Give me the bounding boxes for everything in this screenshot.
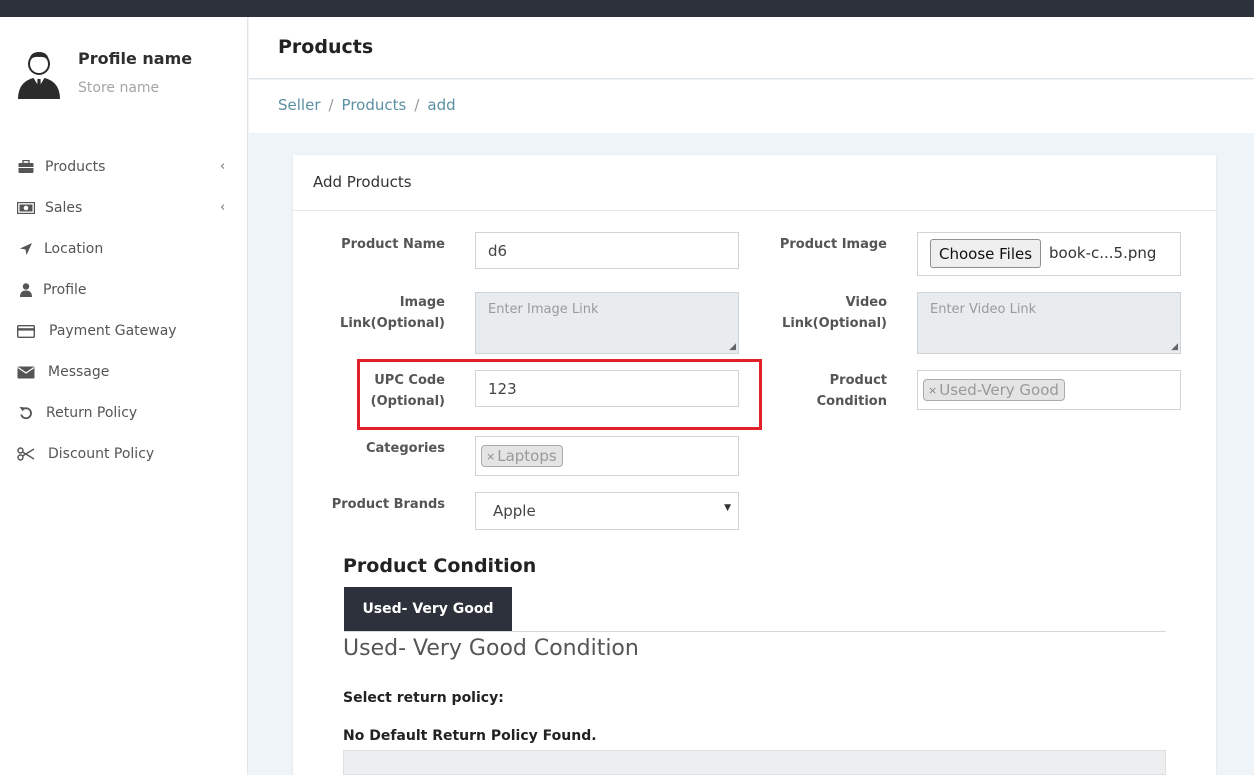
no-return-policy-message: No Default Return Policy Found. bbox=[343, 728, 597, 744]
selected-file-name: book-c...5.png bbox=[1049, 244, 1157, 262]
sidebar-item-return-policy[interactable]: Return Policy bbox=[0, 398, 248, 428]
page-title: Products bbox=[278, 36, 374, 58]
sidebar-item-payment-gateway[interactable]: Payment Gateway bbox=[0, 316, 248, 346]
choose-files-button[interactable]: Choose Files bbox=[930, 239, 1042, 268]
resize-grip-icon[interactable]: ◢ bbox=[729, 342, 736, 352]
breadcrumb-current: add bbox=[427, 96, 456, 114]
condition-tag: × Used-Very Good bbox=[923, 379, 1065, 401]
product-name-input[interactable]: d6 bbox=[475, 232, 739, 269]
product-condition-label: Product Condition bbox=[742, 370, 887, 412]
breadcrumb-bar: Seller / Products / add bbox=[249, 80, 1254, 133]
avatar-icon bbox=[18, 52, 60, 99]
location-arrow-icon bbox=[17, 241, 35, 257]
sidebar-item-label: Location bbox=[44, 241, 104, 257]
credit-card-icon bbox=[17, 323, 35, 339]
upc-highlight-box bbox=[357, 359, 762, 430]
video-link-label: Video Link(Optional) bbox=[742, 292, 887, 334]
breadcrumb-separator: / bbox=[328, 96, 334, 114]
category-tag-label: Laptops bbox=[497, 447, 557, 465]
tab-used-very-good[interactable]: Used- Very Good bbox=[344, 587, 512, 631]
sidebar-item-discount-policy[interactable]: Discount Policy bbox=[0, 439, 248, 469]
categories-multiselect[interactable]: × Laptops bbox=[475, 436, 739, 476]
video-link-textarea[interactable]: Enter Video Link ◢ bbox=[917, 292, 1181, 354]
chevron-left-icon: ‹ bbox=[220, 200, 226, 215]
store-name: Store name bbox=[78, 80, 160, 96]
product-condition-label-line1: Product bbox=[829, 373, 887, 388]
top-bar bbox=[0, 0, 1254, 17]
scissors-icon bbox=[17, 446, 35, 462]
product-condition-multiselect[interactable]: × Used-Very Good bbox=[917, 370, 1181, 410]
select-return-policy-label: Select return policy: bbox=[343, 690, 504, 706]
image-link-placeholder: Enter Image Link bbox=[488, 302, 599, 317]
product-brands-select[interactable]: Apple ▼ bbox=[475, 492, 739, 530]
image-link-label-line2: Link(Optional) bbox=[340, 316, 445, 331]
condition-description: Used- Very Good Condition bbox=[343, 636, 639, 661]
card-header: Add Products bbox=[293, 155, 1216, 211]
product-image-label: Product Image bbox=[779, 237, 887, 252]
sidebar-item-location[interactable]: Location bbox=[0, 234, 248, 264]
sidebar-item-message[interactable]: Message bbox=[0, 357, 248, 387]
breadcrumb: Seller / Products / add bbox=[278, 96, 456, 114]
sidebar-item-label: Sales bbox=[45, 200, 83, 216]
product-image-file-input[interactable]: Choose Files book-c...5.png bbox=[917, 232, 1181, 276]
categories-label: Categories bbox=[365, 441, 445, 456]
image-link-label: Image Link(Optional) bbox=[300, 292, 445, 334]
sidebar-item-products[interactable]: Products ‹ bbox=[0, 152, 248, 182]
video-link-placeholder: Enter Video Link bbox=[930, 302, 1037, 317]
sidebar-item-label: Profile bbox=[43, 282, 87, 298]
resize-grip-icon[interactable]: ◢ bbox=[1171, 342, 1178, 352]
breadcrumb-link-seller[interactable]: Seller bbox=[278, 96, 320, 114]
money-icon bbox=[17, 200, 35, 216]
user-icon bbox=[17, 282, 35, 298]
image-link-textarea[interactable]: Enter Image Link ◢ bbox=[475, 292, 739, 354]
remove-tag-icon[interactable]: × bbox=[486, 450, 495, 463]
page-header: Products bbox=[249, 17, 1254, 79]
category-tag: × Laptops bbox=[481, 445, 563, 467]
product-brands-value: Apple bbox=[493, 502, 536, 520]
sidebar: Profile name Store name Products ‹ Sales… bbox=[0, 17, 248, 775]
sidebar-item-label: Return Policy bbox=[46, 405, 138, 421]
image-link-label-line1: Image bbox=[399, 295, 445, 310]
undo-icon bbox=[17, 405, 35, 421]
card-title: Add Products bbox=[313, 173, 412, 191]
condition-tag-label: Used-Very Good bbox=[939, 381, 1059, 399]
sidebar-item-label: Payment Gateway bbox=[49, 323, 177, 339]
sidebar-item-sales[interactable]: Sales ‹ bbox=[0, 193, 248, 223]
tab-divider bbox=[344, 631, 1166, 632]
product-name-value: d6 bbox=[488, 241, 508, 260]
return-policy-area bbox=[343, 750, 1166, 775]
dropdown-arrow-icon: ▼ bbox=[724, 503, 731, 513]
breadcrumb-separator: / bbox=[414, 96, 420, 114]
breadcrumb-link-products[interactable]: Products bbox=[342, 96, 407, 114]
sidebar-item-label: Message bbox=[48, 364, 110, 380]
product-condition-heading: Product Condition bbox=[343, 555, 537, 577]
profile-name: Profile name bbox=[78, 49, 193, 68]
product-name-label: Product Name bbox=[341, 237, 445, 252]
product-condition-label-line2: Condition bbox=[816, 394, 887, 409]
chevron-left-icon: ‹ bbox=[220, 159, 226, 174]
sidebar-item-label: Discount Policy bbox=[48, 446, 155, 462]
envelope-icon bbox=[17, 364, 35, 380]
video-link-label-line2: Link(Optional) bbox=[782, 316, 887, 331]
briefcase-icon bbox=[17, 159, 35, 175]
product-brands-label: Product Brands bbox=[331, 497, 445, 512]
sidebar-item-label: Products bbox=[45, 159, 106, 175]
remove-tag-icon[interactable]: × bbox=[928, 384, 937, 397]
video-link-label-line1: Video bbox=[845, 295, 887, 310]
sidebar-item-profile[interactable]: Profile bbox=[0, 275, 248, 305]
